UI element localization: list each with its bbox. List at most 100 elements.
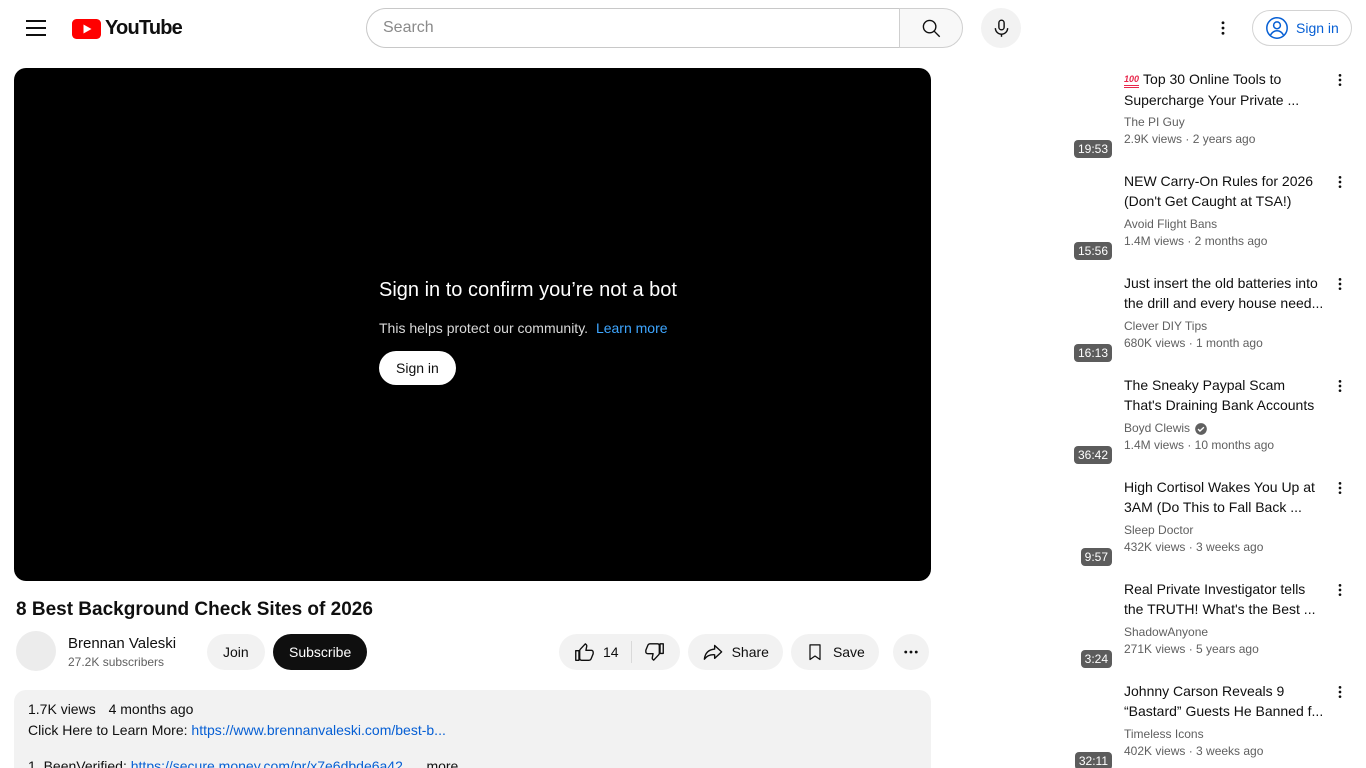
youtube-play-icon	[72, 18, 101, 39]
duration-badge: 16:13	[1073, 344, 1112, 362]
kebab-icon	[1221, 21, 1225, 35]
related-video-item[interactable]: 9:57 High Cortisol Wakes You Up at 3AM (…	[948, 476, 1358, 570]
description-link-1[interactable]: https://www.brennanvaleski.com/best-b...	[191, 722, 445, 738]
video-thumbnail[interactable]: 16:13	[948, 272, 1116, 366]
share-button[interactable]: Share	[687, 634, 783, 670]
related-channel-name: Avoid Flight Bans	[1124, 217, 1218, 231]
video-actions: 14 Share Save	[559, 634, 929, 670]
duration-badge: 3:24	[1080, 650, 1112, 668]
subscriber-count: 27.2K subscribers	[68, 655, 165, 669]
duration-badge: 9:57	[1080, 548, 1112, 566]
related-video-item[interactable]: 3:24 Real Private Investigator tells the…	[948, 578, 1358, 672]
video-title: 8 Best Background Check Sites of 2026	[16, 599, 373, 620]
related-kebab-menu[interactable]	[1328, 374, 1352, 398]
related-kebab-menu[interactable]	[1328, 476, 1352, 500]
video-thumbnail[interactable]: 9:57	[948, 476, 1116, 570]
kebab-icon	[1338, 584, 1342, 596]
save-label: Save	[832, 644, 865, 660]
kebab-icon	[1338, 74, 1342, 86]
related-kebab-menu[interactable]	[1328, 272, 1352, 296]
channel-name[interactable]: Brennan Valeski	[68, 633, 176, 654]
search-area	[366, 8, 963, 48]
search-input[interactable]	[366, 8, 899, 48]
related-video-title: The Sneaky Paypal Scam That's Draining B…	[1124, 377, 1315, 413]
sign-in-label: Sign in	[1296, 20, 1339, 36]
related-video-meta: 2.9K views · 2 years ago	[1124, 132, 1256, 146]
related-channel-name: The PI Guy	[1124, 115, 1185, 129]
top-bar: YouTube Sign in	[0, 0, 1366, 56]
description-box[interactable]: 1.7K views 4 months ago Click Here to Le…	[14, 690, 931, 768]
related-video-meta: 1.4M views · 10 months ago	[1124, 438, 1275, 452]
channel-info[interactable]: Brennan Valeski 27.2K subscribers	[68, 633, 176, 671]
overlay-title: Sign in to confirm you’re not a bot	[379, 279, 677, 301]
like-button[interactable]: 14	[559, 634, 631, 670]
share-label: Share	[731, 644, 769, 660]
youtube-wordmark: YouTube	[105, 17, 183, 39]
video-player[interactable]: Sign in to confirm you’re not a bot This…	[14, 68, 931, 581]
kebab-icon	[1338, 278, 1342, 290]
related-video-item[interactable]: 32:11 Johnny Carson Reveals 9 “Bastard” …	[948, 680, 1358, 768]
settings-kebab-menu[interactable]	[1211, 16, 1235, 40]
bot-check-overlay: Sign in to confirm you’re not a bot This…	[379, 278, 677, 385]
hundred-points-emoji	[1124, 74, 1140, 88]
dislike-button[interactable]	[632, 634, 680, 670]
video-thumbnail[interactable]: 15:56	[948, 170, 1116, 264]
related-kebab-menu[interactable]	[1328, 578, 1352, 602]
voice-search-button[interactable]	[981, 8, 1021, 48]
show-more-label[interactable]: more	[426, 758, 458, 768]
description-meta: 1.7K views 4 months ago	[28, 699, 917, 719]
related-video-meta: 402K views · 3 weeks ago	[1124, 744, 1264, 758]
related-video-title: High Cortisol Wakes You Up at 3AM (Do Th…	[1124, 479, 1315, 515]
person-circle-icon	[1266, 17, 1288, 39]
related-channel-name: Sleep Doctor	[1124, 523, 1194, 537]
join-button[interactable]: Join	[207, 634, 265, 670]
description-link-2[interactable]: https://secure.money.com/pr/x7e6dbde6a42…	[131, 758, 415, 768]
bookmark-icon	[809, 644, 821, 661]
video-thumbnail[interactable]: 3:24	[948, 578, 1116, 672]
related-video-item[interactable]: 19:53 Top 30 Online Tools to Supercharge…	[948, 68, 1358, 162]
search-button[interactable]	[899, 8, 963, 48]
save-button[interactable]: Save	[790, 634, 879, 670]
channel-avatar[interactable]	[16, 631, 56, 671]
kebab-icon	[1338, 380, 1342, 392]
share-arrow-icon	[703, 644, 722, 660]
header-sign-in-button[interactable]: Sign in	[1252, 10, 1352, 46]
related-video-title: Real Private Investigator tells the TRUT…	[1124, 581, 1316, 617]
microphone-icon	[994, 18, 1008, 37]
related-kebab-menu[interactable]	[1328, 680, 1352, 704]
description-line-2: 1. BeenVerified: https://secure.money.co…	[28, 756, 917, 768]
hamburger-menu-icon[interactable]	[16, 8, 56, 48]
search-icon	[922, 19, 941, 38]
more-actions-button[interactable]	[892, 634, 929, 670]
verified-badge-icon	[1195, 422, 1207, 435]
related-video-title: Johnny Carson Reveals 9 “Bastard” Guests…	[1124, 683, 1324, 719]
related-video-meta: 271K views · 5 years ago	[1124, 642, 1259, 656]
video-thumbnail[interactable]: 32:11	[948, 680, 1116, 768]
like-count: 14	[603, 644, 619, 660]
duration-badge: 19:53	[1073, 140, 1112, 158]
youtube-logo[interactable]: YouTube	[72, 17, 183, 40]
related-video-item[interactable]: 36:42 The Sneaky Paypal Scam That's Drai…	[948, 374, 1358, 468]
view-count: 1.7K views	[28, 701, 96, 717]
like-dislike-pill: 14	[559, 634, 680, 670]
duration-badge: 32:11	[1074, 752, 1112, 768]
related-video-meta: 680K views · 1 month ago	[1124, 336, 1263, 350]
related-video-meta: 1.4M views · 2 months ago	[1124, 234, 1268, 248]
duration-badge: 15:56	[1073, 242, 1112, 260]
kebab-icon	[1338, 176, 1342, 188]
video-thumbnail[interactable]: 36:42	[948, 374, 1116, 468]
kebab-icon	[1338, 686, 1342, 698]
related-channel-name: Boyd Clewis	[1124, 420, 1324, 437]
related-video-meta: 432K views · 3 weeks ago	[1124, 540, 1264, 554]
related-video-title: Top 30 Online Tools to Supercharge Your …	[1124, 69, 1324, 109]
ellipsis-icon	[904, 650, 918, 654]
overlay-sign-in-button[interactable]: Sign in	[379, 351, 456, 385]
related-kebab-menu[interactable]	[1328, 68, 1352, 92]
related-video-item[interactable]: 16:13 Just insert the old batteries into…	[948, 272, 1358, 366]
learn-more-link[interactable]: Learn more	[596, 320, 668, 336]
related-kebab-menu[interactable]	[1328, 170, 1352, 194]
description-line-1: Click Here to Learn More: https://www.br…	[28, 722, 446, 738]
subscribe-button[interactable]: Subscribe	[273, 634, 368, 670]
related-video-item[interactable]: 15:56 NEW Carry-On Rules for 2026 (Don't…	[948, 170, 1358, 264]
video-thumbnail[interactable]: 19:53	[948, 68, 1116, 162]
